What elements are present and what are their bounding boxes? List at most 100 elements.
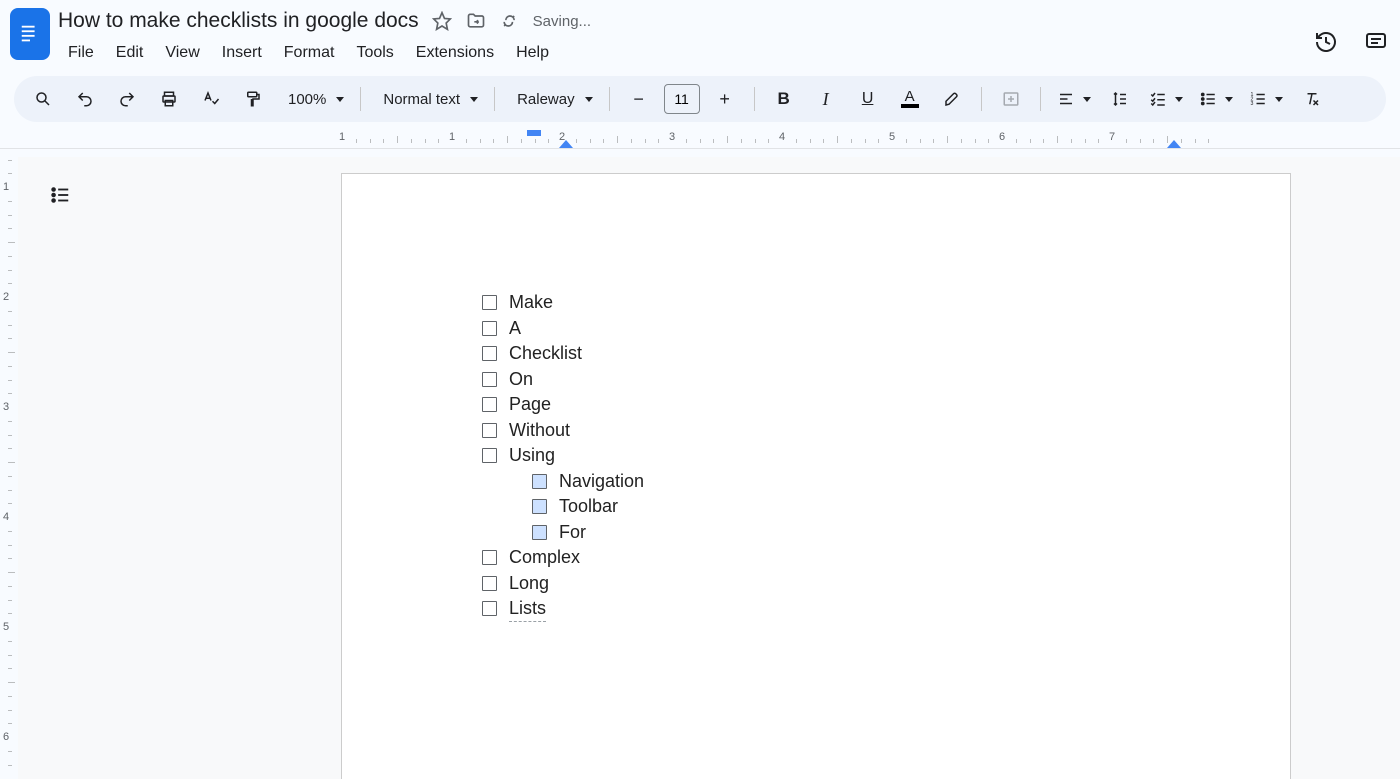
numbered-list-dropdown[interactable]: 123 — [1243, 84, 1289, 114]
spellcheck-icon[interactable] — [192, 84, 230, 114]
bulleted-list-dropdown[interactable] — [1193, 84, 1239, 114]
redo-icon[interactable] — [108, 84, 146, 114]
checklist-item-text[interactable]: Navigation — [559, 469, 644, 494]
checkbox-icon[interactable] — [532, 525, 547, 540]
checklist-item-text[interactable]: Long — [509, 571, 549, 596]
checkbox-icon[interactable] — [532, 474, 547, 489]
checklist-item-text[interactable]: Page — [509, 392, 551, 417]
checklist-item[interactable]: For — [532, 520, 644, 546]
underline-icon[interactable]: U — [849, 84, 887, 114]
checklist-item-text[interactable]: Make — [509, 290, 553, 315]
checkbox-icon[interactable] — [482, 346, 497, 361]
toolbar: 100% Normal text Raleway − + B I U A 123 — [14, 76, 1386, 122]
font-dropdown[interactable]: Raleway — [505, 84, 599, 114]
checklist-item[interactable]: Using — [482, 443, 644, 469]
align-dropdown[interactable] — [1051, 84, 1097, 114]
menu-tools[interactable]: Tools — [346, 40, 403, 66]
highlight-color-icon[interactable] — [933, 84, 971, 114]
checklist-item[interactable]: Toolbar — [532, 494, 644, 520]
title-right-icons — [1310, 26, 1392, 58]
paint-format-icon[interactable] — [234, 84, 272, 114]
checkbox-icon[interactable] — [482, 295, 497, 310]
checkbox-icon[interactable] — [532, 499, 547, 514]
vruler-tick — [8, 558, 12, 559]
menu-format[interactable]: Format — [274, 40, 345, 66]
checklist-item[interactable]: Checklist — [482, 341, 644, 367]
checklist-item-text[interactable]: Checklist — [509, 341, 582, 366]
ruler-tick — [438, 139, 439, 143]
font-size-input[interactable] — [664, 84, 700, 114]
vruler-tick — [8, 655, 12, 656]
vertical-ruler[interactable]: 123456 — [0, 157, 18, 779]
bold-icon[interactable]: B — [765, 84, 803, 114]
document-page[interactable]: MakeAChecklistOnPageWithoutUsingNavigati… — [341, 173, 1291, 779]
clear-formatting-icon[interactable] — [1293, 84, 1331, 114]
checkbox-icon[interactable] — [482, 448, 497, 463]
search-icon[interactable] — [24, 84, 62, 114]
checkbox-icon[interactable] — [482, 601, 497, 616]
checklist-item[interactable]: A — [482, 316, 644, 342]
font-size-decrease[interactable]: − — [620, 84, 658, 114]
document-content[interactable]: MakeAChecklistOnPageWithoutUsingNavigati… — [482, 290, 644, 622]
menu-extensions[interactable]: Extensions — [406, 40, 504, 66]
checklist-item[interactable]: Make — [482, 290, 644, 316]
menu-help[interactable]: Help — [506, 40, 559, 66]
menu-file[interactable]: File — [58, 40, 104, 66]
vruler-tick — [8, 283, 12, 284]
checklist-item[interactable]: Without — [482, 418, 644, 444]
zoom-dropdown[interactable]: 100% — [276, 84, 350, 114]
outline-toggle-icon[interactable] — [46, 181, 74, 209]
ruler-tick — [713, 139, 714, 143]
ruler-tick — [947, 136, 948, 143]
ruler-tick — [1181, 139, 1182, 143]
text-color-icon[interactable]: A — [891, 84, 929, 114]
checkbox-icon[interactable] — [482, 550, 497, 565]
font-size-increase[interactable]: + — [706, 84, 744, 114]
checkbox-icon[interactable] — [482, 372, 497, 387]
print-icon[interactable] — [150, 84, 188, 114]
checklist-item-text[interactable]: Without — [509, 418, 570, 443]
checklist-item-text[interactable]: On — [509, 367, 533, 392]
checkbox-icon[interactable] — [482, 321, 497, 336]
italic-icon[interactable]: I — [807, 84, 845, 114]
ruler-tick — [631, 139, 632, 143]
undo-icon[interactable] — [66, 84, 104, 114]
horizontal-ruler[interactable]: 11234567 — [0, 128, 1400, 149]
ruler-tick — [466, 139, 467, 143]
checklist-item[interactable]: Long — [482, 571, 644, 597]
comments-icon[interactable] — [1360, 26, 1392, 58]
toolbar-separator — [981, 87, 982, 111]
toolbar-separator — [754, 87, 755, 111]
docs-logo-icon[interactable] — [10, 8, 50, 60]
document-title[interactable]: How to make checklists in google docs — [58, 9, 419, 33]
saving-status: Saving... — [533, 13, 591, 30]
checklist-item[interactable]: On — [482, 367, 644, 393]
checkbox-icon[interactable] — [482, 397, 497, 412]
checklist-item[interactable]: Page — [482, 392, 644, 418]
menu-view[interactable]: View — [155, 40, 209, 66]
move-folder-icon[interactable] — [465, 10, 487, 32]
checklist-item-text[interactable]: Using — [509, 443, 555, 468]
right-indent-icon[interactable] — [1167, 140, 1181, 148]
star-icon[interactable] — [431, 10, 453, 32]
menu-insert[interactable]: Insert — [212, 40, 272, 66]
menu-edit[interactable]: Edit — [106, 40, 154, 66]
checkbox-icon[interactable] — [482, 576, 497, 591]
checkbox-icon[interactable] — [482, 423, 497, 438]
checklist-dropdown[interactable] — [1143, 84, 1189, 114]
checklist-item-text[interactable]: A — [509, 316, 521, 341]
styles-dropdown[interactable]: Normal text — [371, 84, 484, 114]
checklist-item-text[interactable]: Complex — [509, 545, 580, 570]
history-icon[interactable] — [1310, 26, 1342, 58]
checklist-item[interactable]: Complex — [482, 545, 644, 571]
checklist-item-text[interactable]: Lists — [509, 596, 546, 622]
vruler-tick — [8, 600, 12, 601]
checklist-item[interactable]: Lists — [482, 596, 644, 622]
insert-image-icon[interactable] — [992, 84, 1030, 114]
checklist-item-text[interactable]: Toolbar — [559, 494, 618, 519]
cloud-status-icon[interactable] — [499, 10, 521, 32]
line-spacing-icon[interactable] — [1101, 84, 1139, 114]
checklist-item[interactable]: Navigation — [532, 469, 644, 495]
first-line-indent-icon[interactable] — [527, 130, 541, 136]
checklist-item-text[interactable]: For — [559, 520, 586, 545]
